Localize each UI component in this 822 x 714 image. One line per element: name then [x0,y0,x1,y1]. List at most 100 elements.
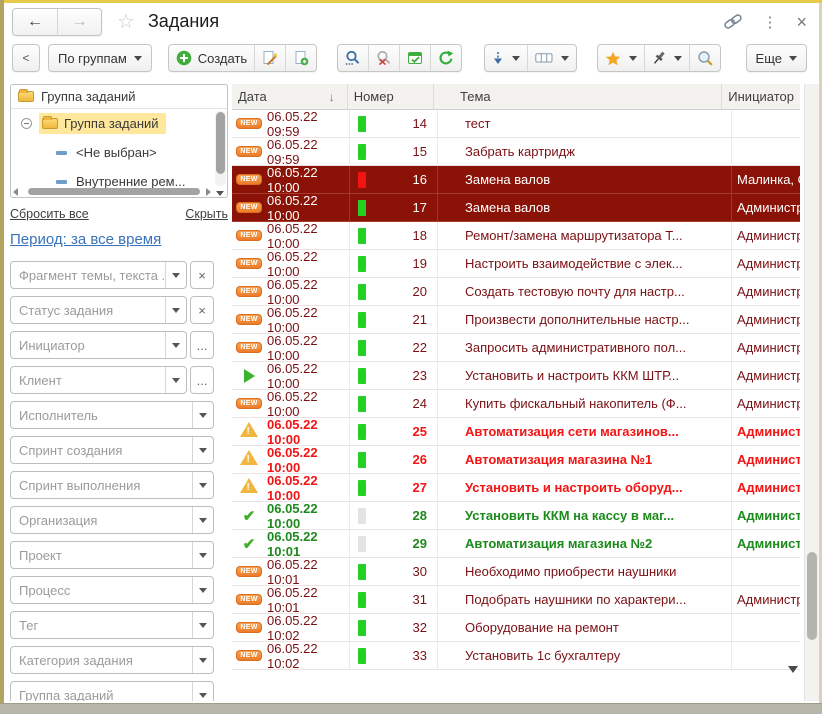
dropdown-caret-button[interactable] [165,367,186,393]
favorites-dropdown[interactable] [598,45,644,71]
group-by-dropdown[interactable]: По группам [48,44,152,72]
configure-list-button[interactable] [399,45,430,71]
task-initiator: Администра [732,306,800,333]
tree-vertical-scrollbar[interactable] [215,111,226,186]
table-row[interactable]: NEW06.05.22 10:0022Запросить администрат… [232,334,800,362]
filter-input[interactable]: Исполнитель [10,401,214,429]
dropdown-caret-button[interactable] [165,262,186,288]
status-bar-icon [358,536,366,552]
choose-value-button[interactable]: ... [190,331,214,359]
create-button[interactable]: Создать [169,45,254,71]
table-row[interactable]: NEW06.05.22 10:0017Замена валовАдминистр… [232,194,800,222]
table-row[interactable]: NEW06.05.22 10:0024Купить фискальный нак… [232,390,800,418]
table-row[interactable]: ✔06.05.22 10:0129Автоматизация магазина … [232,530,800,558]
dropdown-caret-button[interactable] [165,332,186,358]
scrollbar-thumb[interactable] [216,112,225,174]
filter-input[interactable]: Спринт создания [10,436,214,464]
column-header-theme[interactable]: Тема [434,84,722,109]
filter-input[interactable]: Организация [10,506,214,534]
table-row[interactable]: !06.05.22 10:0027Установить и настроить … [232,474,800,502]
column-header-number[interactable]: Номер [348,84,434,109]
column-header-date[interactable]: Дата ↓ [232,84,348,109]
filter-input[interactable]: Спринт выполнения [10,471,214,499]
forward-button[interactable]: → [57,9,101,35]
table-row[interactable]: NEW06.05.22 10:0233Установить 1с бухгалт… [232,642,800,670]
collapse-node-icon[interactable] [21,118,32,129]
filter-field: Спринт создания [10,436,214,464]
tree-child-item[interactable]: <Не выбран> [11,138,227,167]
search-button[interactable] [338,45,368,71]
scroll-left-arrow-icon[interactable] [13,188,18,196]
dropdown-caret-button[interactable] [192,472,213,498]
scrollbar-thumb[interactable] [807,552,817,640]
tree-root-item[interactable]: Группа заданий [11,109,227,138]
filter-input[interactable]: Инициатор [10,331,187,359]
tree-horizontal-scrollbar[interactable] [13,187,213,196]
row-status-icon: NEW [237,342,261,354]
collapse-sidebar-button[interactable]: < [12,44,40,72]
refresh-button[interactable] [430,45,461,71]
filter-input[interactable]: Клиент [10,366,187,394]
load-more-dropdown[interactable] [485,45,527,71]
table-row[interactable]: NEW06.05.22 10:0232Оборудование на ремон… [232,614,800,642]
table-row[interactable]: NEW06.05.22 10:0018Ремонт/замена маршрут… [232,222,800,250]
clear-filter-button[interactable]: × [190,261,214,289]
dropdown-caret-button[interactable] [165,297,186,323]
scrollbar-thumb[interactable] [28,188,200,195]
dropdown-caret-button[interactable] [192,542,213,568]
filter-input[interactable]: Тег [10,611,214,639]
columns-dropdown[interactable] [527,45,576,71]
pin-dropdown[interactable] [644,45,689,71]
dropdown-caret-button[interactable] [192,437,213,463]
get-link-icon[interactable] [722,10,746,32]
filter-input[interactable]: Процесс [10,576,214,604]
table-row[interactable]: !06.05.22 10:0026Автоматизация магазина … [232,446,800,474]
scroll-right-arrow-icon[interactable] [206,188,211,196]
table-row[interactable]: NEW06.05.22 10:0016Замена валовМалинка, … [232,166,800,194]
cancel-search-button[interactable] [368,45,399,71]
favorite-star-icon[interactable]: ☆ [117,12,135,32]
filter-input[interactable]: Категория задания [10,646,214,674]
table-row[interactable]: ✔06.05.22 10:0028Установить ККМ на кассу… [232,502,800,530]
task-date: 06.05.22 10:00 [267,250,349,277]
dropdown-caret-button[interactable] [192,647,213,673]
close-icon[interactable]: × [796,13,807,31]
table-row[interactable]: NEW06.05.22 10:0131Подобрать наушники по… [232,586,800,614]
table-row[interactable]: NEW06.05.22 10:0130Необходимо приобрести… [232,558,800,586]
filter-input[interactable]: Группа заданий [10,681,214,701]
create-based-on-button[interactable] [254,45,285,71]
column-header-initiator[interactable]: Инициатор [722,84,800,109]
filter-input[interactable]: Фрагмент темы, текста ... [10,261,187,289]
new-badge-icon: NEW [236,342,261,354]
table-row[interactable]: NEW06.05.22 10:0020Создать тестовую почт… [232,278,800,306]
table-row[interactable]: !06.05.22 10:0025Автоматизация сети мага… [232,418,800,446]
preview-button[interactable] [689,45,720,71]
copy-button[interactable] [285,45,316,71]
filter-input[interactable]: Проект [10,541,214,569]
hide-link[interactable]: Скрыть [185,207,228,221]
table-row[interactable]: NEW06.05.22 10:0019Настроить взаимодейст… [232,250,800,278]
table-row[interactable]: NEW06.05.22 09:5915Забрать картридж [232,138,800,166]
reset-all-link[interactable]: Сбросить все [10,207,89,221]
more-button[interactable]: Еще [746,44,807,72]
dropdown-caret-button[interactable] [192,402,213,428]
choose-value-button[interactable]: ... [190,366,214,394]
dropdown-caret-button[interactable] [192,507,213,533]
dropdown-caret-button[interactable] [192,612,213,638]
table-vertical-scrollbar[interactable] [804,84,819,701]
tree-header[interactable]: Группа заданий [11,85,227,109]
dropdown-caret-button[interactable] [192,682,213,701]
new-badge-icon: NEW [236,594,261,606]
kebab-menu-icon[interactable]: ⋮ [762,13,777,31]
table-row[interactable]: 06.05.22 10:0023Установить и настроить К… [232,362,800,390]
table-row[interactable]: NEW06.05.22 09:5914тест [232,110,800,138]
clear-filter-button[interactable]: × [190,296,214,324]
period-link[interactable]: Период: за все время [10,231,161,248]
filter-placeholder: Клиент [11,367,165,393]
dropdown-caret-button[interactable] [192,577,213,603]
table-row[interactable]: NEW06.05.22 10:0021Произвести дополнител… [232,306,800,334]
filter-input[interactable]: Статус задания [10,296,187,324]
scroll-down-arrow-icon[interactable] [216,191,224,196]
task-date: 06.05.22 10:00 [267,362,349,389]
back-button[interactable]: ← [13,9,57,35]
